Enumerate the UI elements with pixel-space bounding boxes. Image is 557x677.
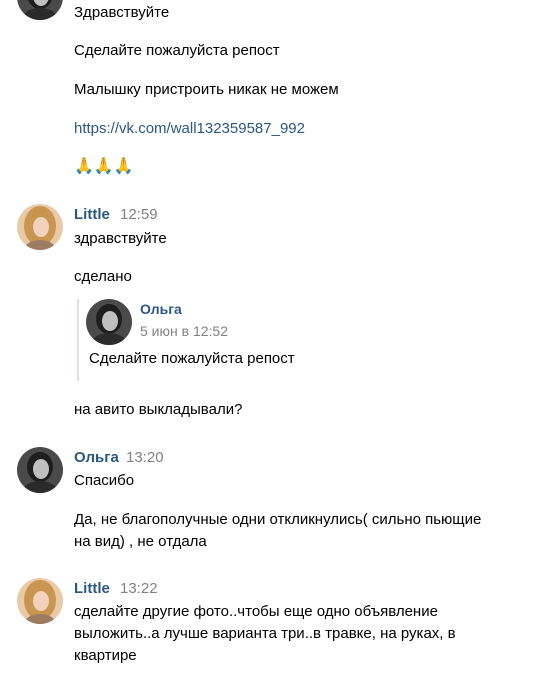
- message-time[interactable]: 13:20: [126, 449, 164, 466]
- avatar-olga[interactable]: [17, 447, 63, 493]
- message-time[interactable]: 13:22: [120, 580, 158, 597]
- message-text: сделано: [74, 268, 132, 285]
- avatar-little[interactable]: [17, 578, 63, 624]
- author-name[interactable]: Ольга: [74, 449, 119, 466]
- author-name[interactable]: Little: [74, 580, 110, 597]
- quote-text: Сделайте пожалуйста репост: [89, 350, 295, 367]
- message-time[interactable]: 12:59: [120, 206, 158, 223]
- message-text: Да, не благополучные одни откликнулись( …: [74, 511, 482, 550]
- avatar-little[interactable]: [17, 204, 63, 250]
- message-text: Здравствуйте: [74, 4, 170, 21]
- message-text: сделайте другие фото..чтобы еще одно объ…: [74, 603, 456, 664]
- avatar-olga[interactable]: [17, 0, 63, 20]
- message-link[interactable]: https://vk.com/wall132359587_992: [74, 118, 305, 140]
- pray-emoji: 🙏🙏🙏: [74, 158, 134, 175]
- author-name[interactable]: Little: [74, 206, 110, 223]
- quote-date[interactable]: 5 июн в 12:52: [140, 323, 228, 339]
- avatar-olga[interactable]: [86, 299, 132, 345]
- message-text: здравствуйте: [74, 230, 167, 247]
- message-text: Спасибо: [74, 472, 135, 489]
- quote-bar: [77, 299, 79, 381]
- message-text: Малышку пристроить никак не можем: [74, 81, 339, 98]
- message-text: на авито выкладывали?: [74, 401, 243, 418]
- message-text: Сделайте пожалуйста репост: [74, 42, 280, 59]
- quote-author[interactable]: Ольга: [140, 301, 182, 317]
